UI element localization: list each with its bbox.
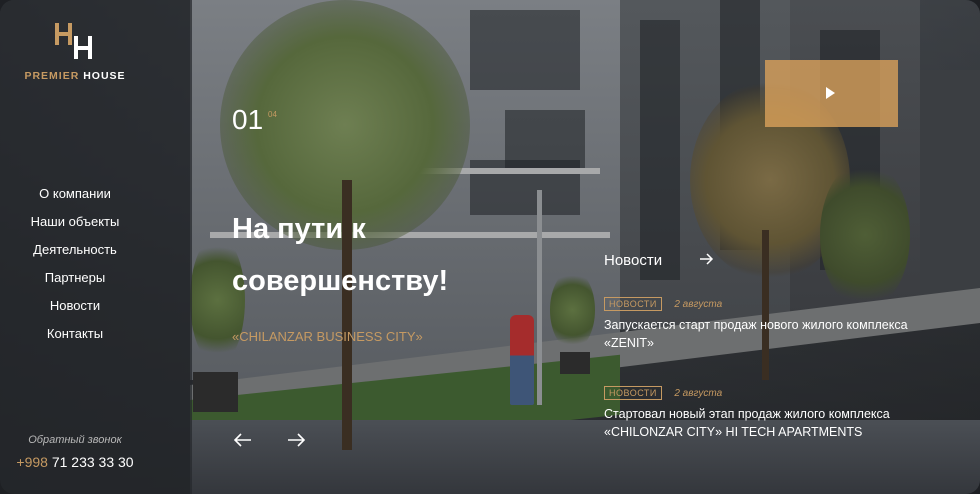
video-play-button[interactable] <box>765 60 898 127</box>
nav-item-news[interactable]: Новости <box>0 297 150 325</box>
slide-counter-total: 04 <box>268 110 277 119</box>
news-title[interactable]: Стартовал новый этап продаж жилого компл… <box>604 405 934 441</box>
nav-item-about[interactable]: О компании <box>0 185 150 213</box>
news-title[interactable]: Запускается старт продаж нового жилого к… <box>604 316 934 352</box>
news-badge: НОВОСТИ <box>604 386 662 400</box>
news-item: НОВОСТИ 2 августа Стартовал новый этап п… <box>604 383 934 441</box>
planter <box>193 372 238 412</box>
building <box>920 70 980 320</box>
news-date: 2 августа <box>674 299 723 310</box>
arrow-right-icon <box>700 253 714 265</box>
street-lamp <box>537 190 542 405</box>
brand-name-part1: PREMIER <box>24 70 80 82</box>
news-date: 2 августа <box>674 388 723 399</box>
pedestrian <box>510 315 534 405</box>
nav-item-projects[interactable]: Наши объекты <box>0 213 150 241</box>
slide-subtitle[interactable]: «CHILANZAR BUSINESS CITY» <box>232 329 423 344</box>
planter <box>560 352 590 374</box>
hero-slide: PREMIER HOUSE О компании Наши объекты Де… <box>0 0 980 494</box>
play-icon <box>826 87 835 99</box>
news-more-button[interactable] <box>700 250 714 270</box>
callback-link[interactable]: Обратный звонок <box>0 434 150 446</box>
building-window <box>640 20 680 280</box>
nav-item-activity[interactable]: Деятельность <box>0 241 150 269</box>
news-item: НОВОСТИ 2 августа Запускается старт прод… <box>604 294 934 352</box>
phone-number[interactable]: +998 71 233 33 30 <box>0 454 150 470</box>
brand-name[interactable]: PREMIER HOUSE <box>0 70 150 82</box>
nav-item-contacts[interactable]: Контакты <box>0 325 150 353</box>
arrow-left-icon <box>233 433 251 447</box>
phone-prefix: +998 <box>16 454 48 470</box>
nav-item-partners[interactable]: Партнеры <box>0 269 150 297</box>
slider-next-button[interactable] <box>287 430 306 453</box>
news-heading[interactable]: Новости <box>604 252 662 269</box>
slider-prev-button[interactable] <box>233 430 252 453</box>
building-window <box>470 10 580 90</box>
shrub <box>550 270 595 350</box>
main-nav: О компании Наши объекты Деятельность Пар… <box>0 185 150 353</box>
slide-counter-current: 01 <box>232 104 264 135</box>
phone-main: 71 233 33 30 <box>51 454 134 470</box>
brand-logo-icon <box>55 23 92 59</box>
brand-name-part2: HOUSE <box>83 70 126 82</box>
slide-title: На пути к совершенству! <box>232 213 449 297</box>
news-badge: НОВОСТИ <box>604 297 662 311</box>
sidebar: PREMIER HOUSE О компании Наши объекты Де… <box>0 0 192 494</box>
tree <box>820 160 910 310</box>
arrow-right-icon <box>288 433 306 447</box>
